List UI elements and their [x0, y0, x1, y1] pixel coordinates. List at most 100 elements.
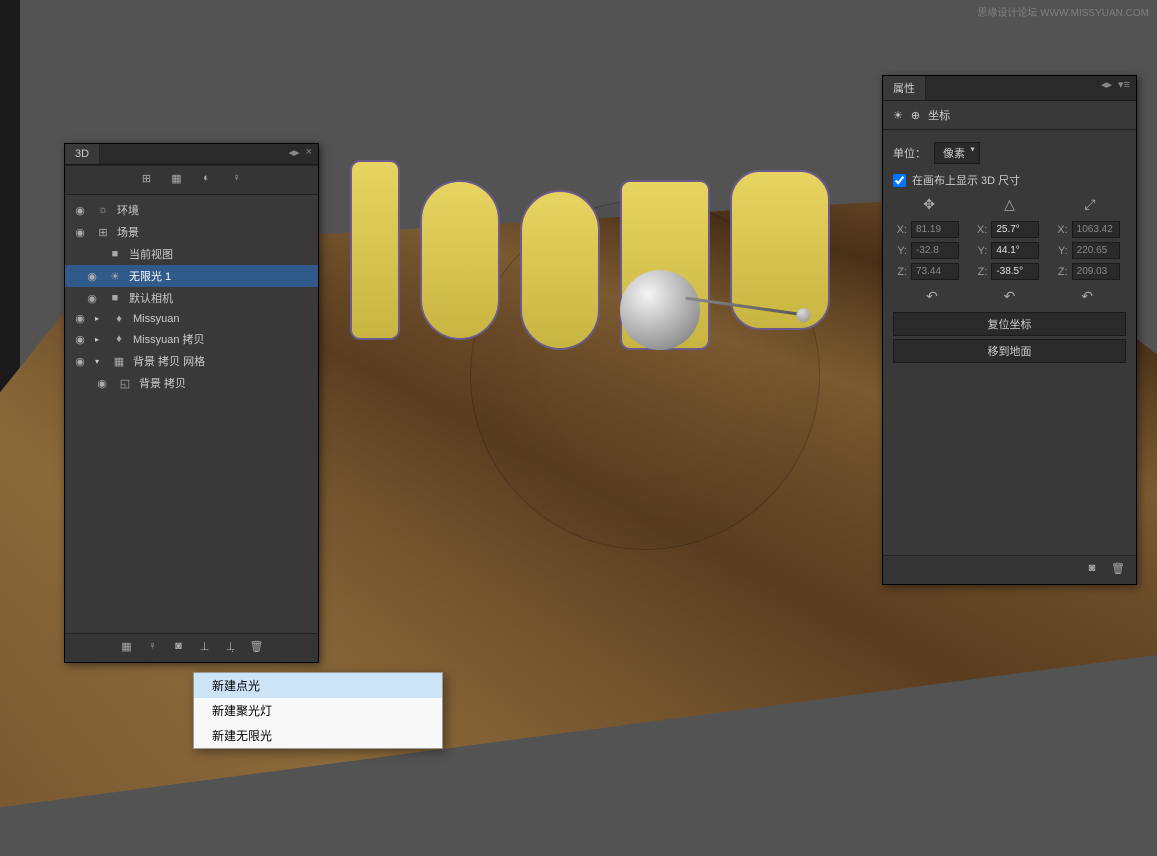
reset-rotation-icon[interactable]: ↶ [1004, 288, 1016, 305]
item-label: 环境 [117, 202, 139, 218]
visibility-icon[interactable]: ◉ [71, 226, 89, 239]
item-label: Missyuan 拷贝 [133, 331, 205, 347]
panel-controls: ◂▸ ▾≡ [1095, 76, 1136, 100]
rotation-y-input[interactable] [991, 242, 1039, 259]
scene-item-bg-mesh[interactable]: ◉ ▾ ▦ 背景 拷贝 网格 [65, 350, 318, 372]
visibility-icon[interactable]: ◉ [83, 270, 101, 283]
scale-x-input[interactable] [1072, 221, 1120, 238]
position-x-input[interactable] [911, 221, 959, 238]
3d-text-missyuan [340, 120, 940, 420]
filter-scene-icon[interactable]: ⊞ [139, 172, 155, 188]
render-settings-icon[interactable]: ▦ [119, 640, 135, 656]
3d-panel-footer: ▦ ♀ ◙ ⊥ ⊥̣ 🗑 [65, 633, 318, 662]
scene-item-bg-copy[interactable]: ◉ ◱ 背景 拷贝 [65, 372, 318, 394]
reset-position-icon[interactable]: ↶ [926, 288, 938, 305]
render-icon[interactable]: ◙ [1084, 562, 1100, 578]
show-3d-size-row: 在画布上显示 3D 尺寸 [893, 168, 1126, 192]
tab-properties[interactable]: 属性 [883, 76, 926, 100]
position-z-input[interactable] [911, 263, 959, 280]
scene-item-current-view[interactable]: ■ 当前视图 [65, 243, 318, 265]
coords-mode-icon[interactable]: ⊕ [911, 109, 920, 122]
move-to-ground-button[interactable]: 移到地面 [893, 339, 1126, 363]
visibility-icon[interactable]: ◉ [71, 312, 89, 325]
visibility-icon[interactable]: ◉ [71, 355, 89, 368]
position-y-input[interactable] [911, 242, 959, 259]
environment-icon: ☼ [95, 204, 111, 216]
visibility-icon[interactable]: ◉ [93, 377, 111, 390]
reset-coords-button[interactable]: 复位坐标 [893, 312, 1126, 336]
new-light-icon[interactable]: ♀ [145, 640, 161, 656]
scene-item-missyuan-copy[interactable]: ◉ ▸ ♦ Missyuan 拷贝 [65, 328, 318, 350]
mesh-icon: ♦ [111, 313, 127, 325]
panel-tab-strip: 属性 ◂▸ ▾≡ [883, 76, 1136, 101]
menu-new-infinite-light[interactable]: 新建无限光 [194, 723, 442, 748]
add-to-scene-icon[interactable]: ⊥ [197, 640, 213, 656]
close-icon[interactable]: × [306, 146, 312, 162]
collapse-icon[interactable]: ◂▸ [289, 146, 300, 162]
scene-item-missyuan[interactable]: ◉ ▸ ♦ Missyuan [65, 309, 318, 328]
menu-new-spot-light[interactable]: 新建聚光灯 [194, 698, 442, 723]
reset-scale-icon[interactable]: ↶ [1081, 288, 1093, 305]
rotate-icon: △ [973, 192, 1045, 217]
show-3d-size-label: 在画布上显示 3D 尺寸 [912, 172, 1020, 188]
scene-icon: ⊞ [95, 226, 111, 239]
scene-item-default-camera[interactable]: ◉ ■ 默认相机 [65, 287, 318, 309]
panel-tab-strip: 3D ◂▸ × [65, 144, 318, 165]
light-context-menu[interactable]: 新建点光 新建聚光灯 新建无限光 [193, 672, 443, 749]
item-label: 背景 拷贝 网格 [133, 353, 205, 369]
item-label: 背景 拷贝 [139, 375, 186, 391]
properties-footer: ◙ 🗑 [883, 555, 1136, 584]
menu-new-point-light[interactable]: 新建点光 [194, 673, 442, 698]
move-icon: ✥ [893, 192, 965, 217]
unit-select[interactable]: 像素 [934, 142, 980, 164]
expand-icon[interactable]: ▸ [95, 335, 105, 344]
visibility-icon[interactable]: ◉ [83, 292, 101, 305]
unit-label: 单位： [893, 145, 926, 161]
camera-icon: ■ [107, 292, 123, 304]
scene-item-infinite-light[interactable]: ◉ ☀ 无限光 1 [65, 265, 318, 287]
scale-z-input[interactable] [1072, 263, 1120, 280]
coordinate-grid: ✥ X: Y: Z: △ X: Y: Z: ⤢ X: Y: Z: [893, 192, 1126, 284]
material-icon: ◱ [117, 377, 133, 390]
rotation-x-input[interactable] [991, 221, 1039, 238]
duplicate-icon[interactable]: ⊥̣ [223, 640, 239, 656]
camera-icon: ■ [107, 248, 123, 260]
workspace: 思缘设计论坛 WWW.MISSYUAN.COM 3D ◂▸ × ⊞ ▦ ◐ ♀ … [0, 0, 1157, 749]
visibility-icon[interactable]: ◉ [71, 333, 89, 346]
new-camera-icon[interactable]: ◙ [171, 640, 187, 656]
item-label: 场景 [117, 224, 139, 240]
item-label: 当前视图 [129, 246, 173, 262]
filter-mesh-icon[interactable]: ▦ [169, 172, 185, 188]
light-gizmo-sphere[interactable] [620, 270, 700, 350]
properties-panel[interactable]: 属性 ◂▸ ▾≡ ☀ ⊕ 坐标 单位： 像素 在画布上显示 3D 尺寸 ✥ [882, 75, 1137, 585]
mesh-icon: ♦ [111, 333, 127, 345]
filter-material-icon[interactable]: ◐ [199, 172, 215, 188]
delete-icon[interactable]: 🗑 [1110, 562, 1126, 578]
show-3d-size-checkbox[interactable] [893, 174, 906, 187]
scale-icon: ⤢ [1054, 192, 1126, 217]
3d-filter-toolbar: ⊞ ▦ ◐ ♀ [65, 165, 318, 195]
collapse-icon[interactable]: ◂▸ [1101, 78, 1112, 98]
tab-3d[interactable]: 3D [65, 144, 100, 164]
unit-row: 单位： 像素 [893, 138, 1126, 168]
light-mode-icon[interactable]: ☀ [893, 109, 903, 122]
scene-item-environment[interactable]: ◉ ☼ 环境 [65, 199, 318, 221]
rotation-z-input[interactable] [991, 263, 1039, 280]
mesh-icon: ▦ [111, 355, 127, 368]
collapse-icon[interactable]: ▾ [95, 357, 105, 366]
watermark: 思缘设计论坛 WWW.MISSYUAN.COM [977, 4, 1149, 19]
visibility-icon[interactable]: ◉ [71, 204, 89, 217]
scale-y-input[interactable] [1072, 242, 1120, 259]
expand-icon[interactable]: ▸ [95, 314, 105, 323]
properties-content: 单位： 像素 在画布上显示 3D 尺寸 ✥ X: Y: Z: △ X: Y: Z [883, 130, 1136, 374]
item-label: 默认相机 [129, 290, 173, 306]
coords-label: 坐标 [928, 107, 950, 123]
reset-row: ↶ ↶ ↶ [893, 284, 1126, 309]
delete-icon[interactable]: 🗑 [249, 640, 265, 656]
item-label: Missyuan [133, 313, 179, 325]
3d-scene-tree: ◉ ☼ 环境 ◉ ⊞ 场景 ■ 当前视图 ◉ ☀ 无限光 1 ◉ ■ [65, 195, 318, 398]
menu-icon[interactable]: ▾≡ [1118, 78, 1130, 98]
filter-light-icon[interactable]: ♀ [229, 172, 245, 188]
scene-item-scene[interactable]: ◉ ⊞ 场景 [65, 221, 318, 243]
3d-panel[interactable]: 3D ◂▸ × ⊞ ▦ ◐ ♀ ◉ ☼ 环境 ◉ ⊞ 场景 [64, 143, 319, 663]
